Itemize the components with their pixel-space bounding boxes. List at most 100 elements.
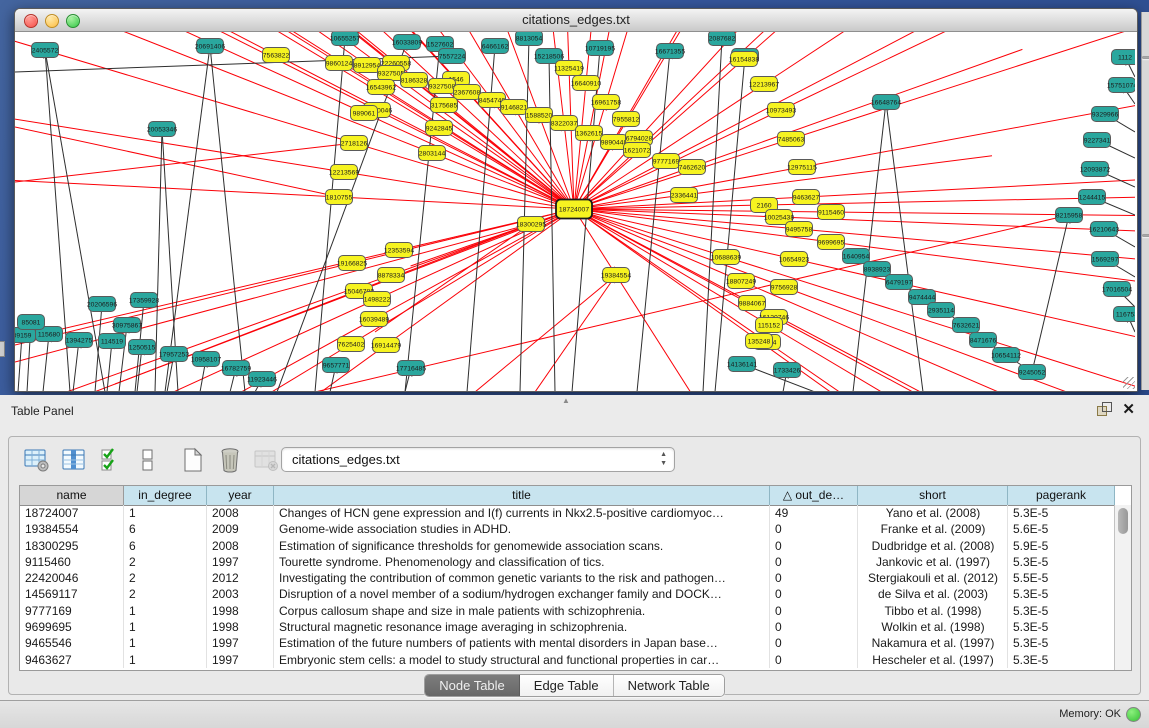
graph-node[interactable]: 7462620: [679, 160, 706, 175]
graph-node[interactable]: 8912954: [354, 58, 381, 73]
graph-node[interactable]: 9860124: [326, 56, 353, 71]
graph-node[interactable]: 989061: [351, 106, 378, 121]
table-row[interactable]: 1830029562008Estimation of significance …: [20, 538, 1115, 554]
table-row[interactable]: 969969511998Structural magnetic resonanc…: [20, 619, 1115, 635]
table-row[interactable]: 946362711997Embryonic stem cells: a mode…: [20, 652, 1115, 668]
graph-node[interactable]: 20053346: [147, 122, 177, 137]
table-row[interactable]: 1872400712008Changes of HCN gene express…: [20, 505, 1115, 521]
graph-node[interactable]: 1588520: [526, 108, 553, 123]
graph-node[interactable]: 16210643: [1089, 222, 1119, 237]
float-panel-icon[interactable]: [1097, 402, 1112, 417]
table-row[interactable]: 2242004622012Investigating the contribut…: [20, 570, 1115, 586]
graph-node[interactable]: 7955812: [613, 112, 640, 127]
graph-node[interactable]: 1112: [1112, 50, 1136, 65]
column-visibility-icon[interactable]: [60, 446, 88, 474]
graph-node[interactable]: 16039489: [359, 312, 389, 327]
table-row[interactable]: 946554611997Estimation of the future num…: [20, 635, 1115, 651]
graph-node[interactable]: 7485063: [778, 132, 805, 147]
graph-node[interactable]: 9495758: [786, 222, 813, 237]
graph-node[interactable]: 9699695: [818, 235, 845, 250]
graph-node[interactable]: 1362615: [576, 126, 603, 141]
network-canvas[interactable]: 2405572206914061065525716033809152760275…: [15, 32, 1135, 391]
graph-node[interactable]: 15751074: [1107, 78, 1135, 93]
graph-node[interactable]: 20691406: [195, 39, 225, 54]
graph-node[interactable]: 7557224: [439, 49, 466, 64]
graph-node[interactable]: 1394275: [66, 333, 93, 348]
graph-node[interactable]: 9146821: [501, 100, 528, 115]
select-all-icon[interactable]: [97, 446, 125, 474]
delete-column-icon[interactable]: [216, 446, 244, 474]
graph-node[interactable]: 18724007: [556, 200, 592, 219]
graph-node[interactable]: 18807249: [726, 274, 756, 289]
graph-node[interactable]: 9242845: [426, 121, 453, 136]
graph-node[interactable]: 17016504: [1102, 282, 1132, 297]
graph-node[interactable]: 7632621: [953, 318, 980, 333]
graph-node[interactable]: 12975115: [787, 160, 817, 175]
column-header-in_degree[interactable]: in_degree: [124, 486, 207, 505]
graph-node[interactable]: 6479197: [886, 275, 913, 290]
graph-node[interactable]: 1244415: [1079, 190, 1106, 205]
graph-node[interactable]: 17716485: [396, 361, 426, 376]
graph-node[interactable]: 8938923: [864, 262, 891, 277]
graph-node[interactable]: 9245052: [1019, 365, 1046, 380]
graph-node[interactable]: 85081: [18, 315, 45, 330]
graph-node[interactable]: 2336441: [671, 188, 698, 203]
graph-node[interactable]: 12353594: [384, 243, 414, 258]
delete-table-icon[interactable]: [253, 446, 281, 474]
graph-node[interactable]: 10688639: [711, 250, 741, 265]
graph-node[interactable]: 16033809: [392, 35, 422, 50]
graph-node[interactable]: 1733426: [774, 363, 801, 378]
unselect-all-icon[interactable]: [134, 446, 162, 474]
table-row[interactable]: 1938455462009Genome-wide association stu…: [20, 521, 1115, 537]
graph-node[interactable]: 1250515: [129, 340, 156, 355]
graph-node[interactable]: 8878334: [378, 268, 405, 283]
tab-network-table[interactable]: Network Table: [614, 675, 724, 696]
graph-node[interactable]: 8813054: [516, 32, 543, 46]
graph-node[interactable]: 16640910: [571, 76, 601, 91]
close-panel-icon[interactable]: ✕: [1122, 402, 1135, 417]
graph-node[interactable]: 19166825: [337, 256, 367, 271]
graph-node[interactable]: 9777169: [653, 154, 680, 169]
graph-node[interactable]: 11923446: [247, 372, 277, 387]
table-row[interactable]: 977716911998Corpus callosum shape and si…: [20, 603, 1115, 619]
graph-node[interactable]: 135248: [746, 334, 773, 349]
table-row[interactable]: 1456911722003Disruption of a novel membe…: [20, 586, 1115, 602]
window-resize-grip[interactable]: [1123, 377, 1135, 389]
splitter-handle-icon[interactable]: ▲: [562, 396, 570, 405]
tab-node-table[interactable]: Node Table: [425, 675, 520, 696]
graph-node[interactable]: 16914479: [371, 338, 401, 353]
graph-node[interactable]: 1810755: [326, 190, 353, 205]
graph-node[interactable]: 8322037: [551, 116, 578, 131]
new-column-icon[interactable]: [179, 446, 207, 474]
graph-node[interactable]: 10654923: [779, 252, 809, 267]
graph-node[interactable]: 11325419: [554, 61, 584, 76]
graph-node[interactable]: 7625402: [338, 337, 365, 352]
graph-node[interactable]: 12213967: [749, 77, 779, 92]
graph-node[interactable]: 2405572: [32, 43, 59, 58]
graph-node[interactable]: 10654112: [991, 348, 1021, 363]
graph-node[interactable]: 14136141: [727, 357, 757, 372]
graph-node[interactable]: 9227341: [1084, 133, 1111, 148]
graph-node[interactable]: 1640954: [843, 249, 870, 264]
graph-node[interactable]: 2367608: [454, 85, 481, 100]
graph-node[interactable]: 114519: [99, 334, 126, 349]
graph-node[interactable]: 12213569: [329, 165, 359, 180]
graph-node[interactable]: 18300295: [516, 217, 546, 232]
graph-node[interactable]: 2087682: [709, 32, 736, 46]
graph-node[interactable]: 10973493: [766, 103, 796, 118]
graph-node[interactable]: 17957253: [159, 347, 189, 362]
graph-node[interactable]: 1569297: [1092, 252, 1119, 267]
tab-edge-table[interactable]: Edge Table: [520, 675, 614, 696]
graph-node[interactable]: 16671355: [655, 44, 685, 59]
graph-node[interactable]: 9884067: [739, 296, 766, 311]
table-settings-icon[interactable]: [23, 446, 51, 474]
graph-node[interactable]: 16154838: [729, 52, 759, 67]
table-selector-dropdown[interactable]: citations_edges.txt ▲▼: [281, 447, 675, 472]
column-header-short[interactable]: short: [858, 486, 1008, 505]
graph-node[interactable]: 9756928: [771, 280, 798, 295]
graph-node[interactable]: 16648764: [871, 95, 901, 110]
graph-node[interactable]: 9329966: [1092, 107, 1119, 122]
graph-node[interactable]: 116753: [1114, 307, 1136, 322]
graph-node[interactable]: 10655257: [330, 32, 360, 46]
graph-node[interactable]: 17359928: [129, 293, 159, 308]
